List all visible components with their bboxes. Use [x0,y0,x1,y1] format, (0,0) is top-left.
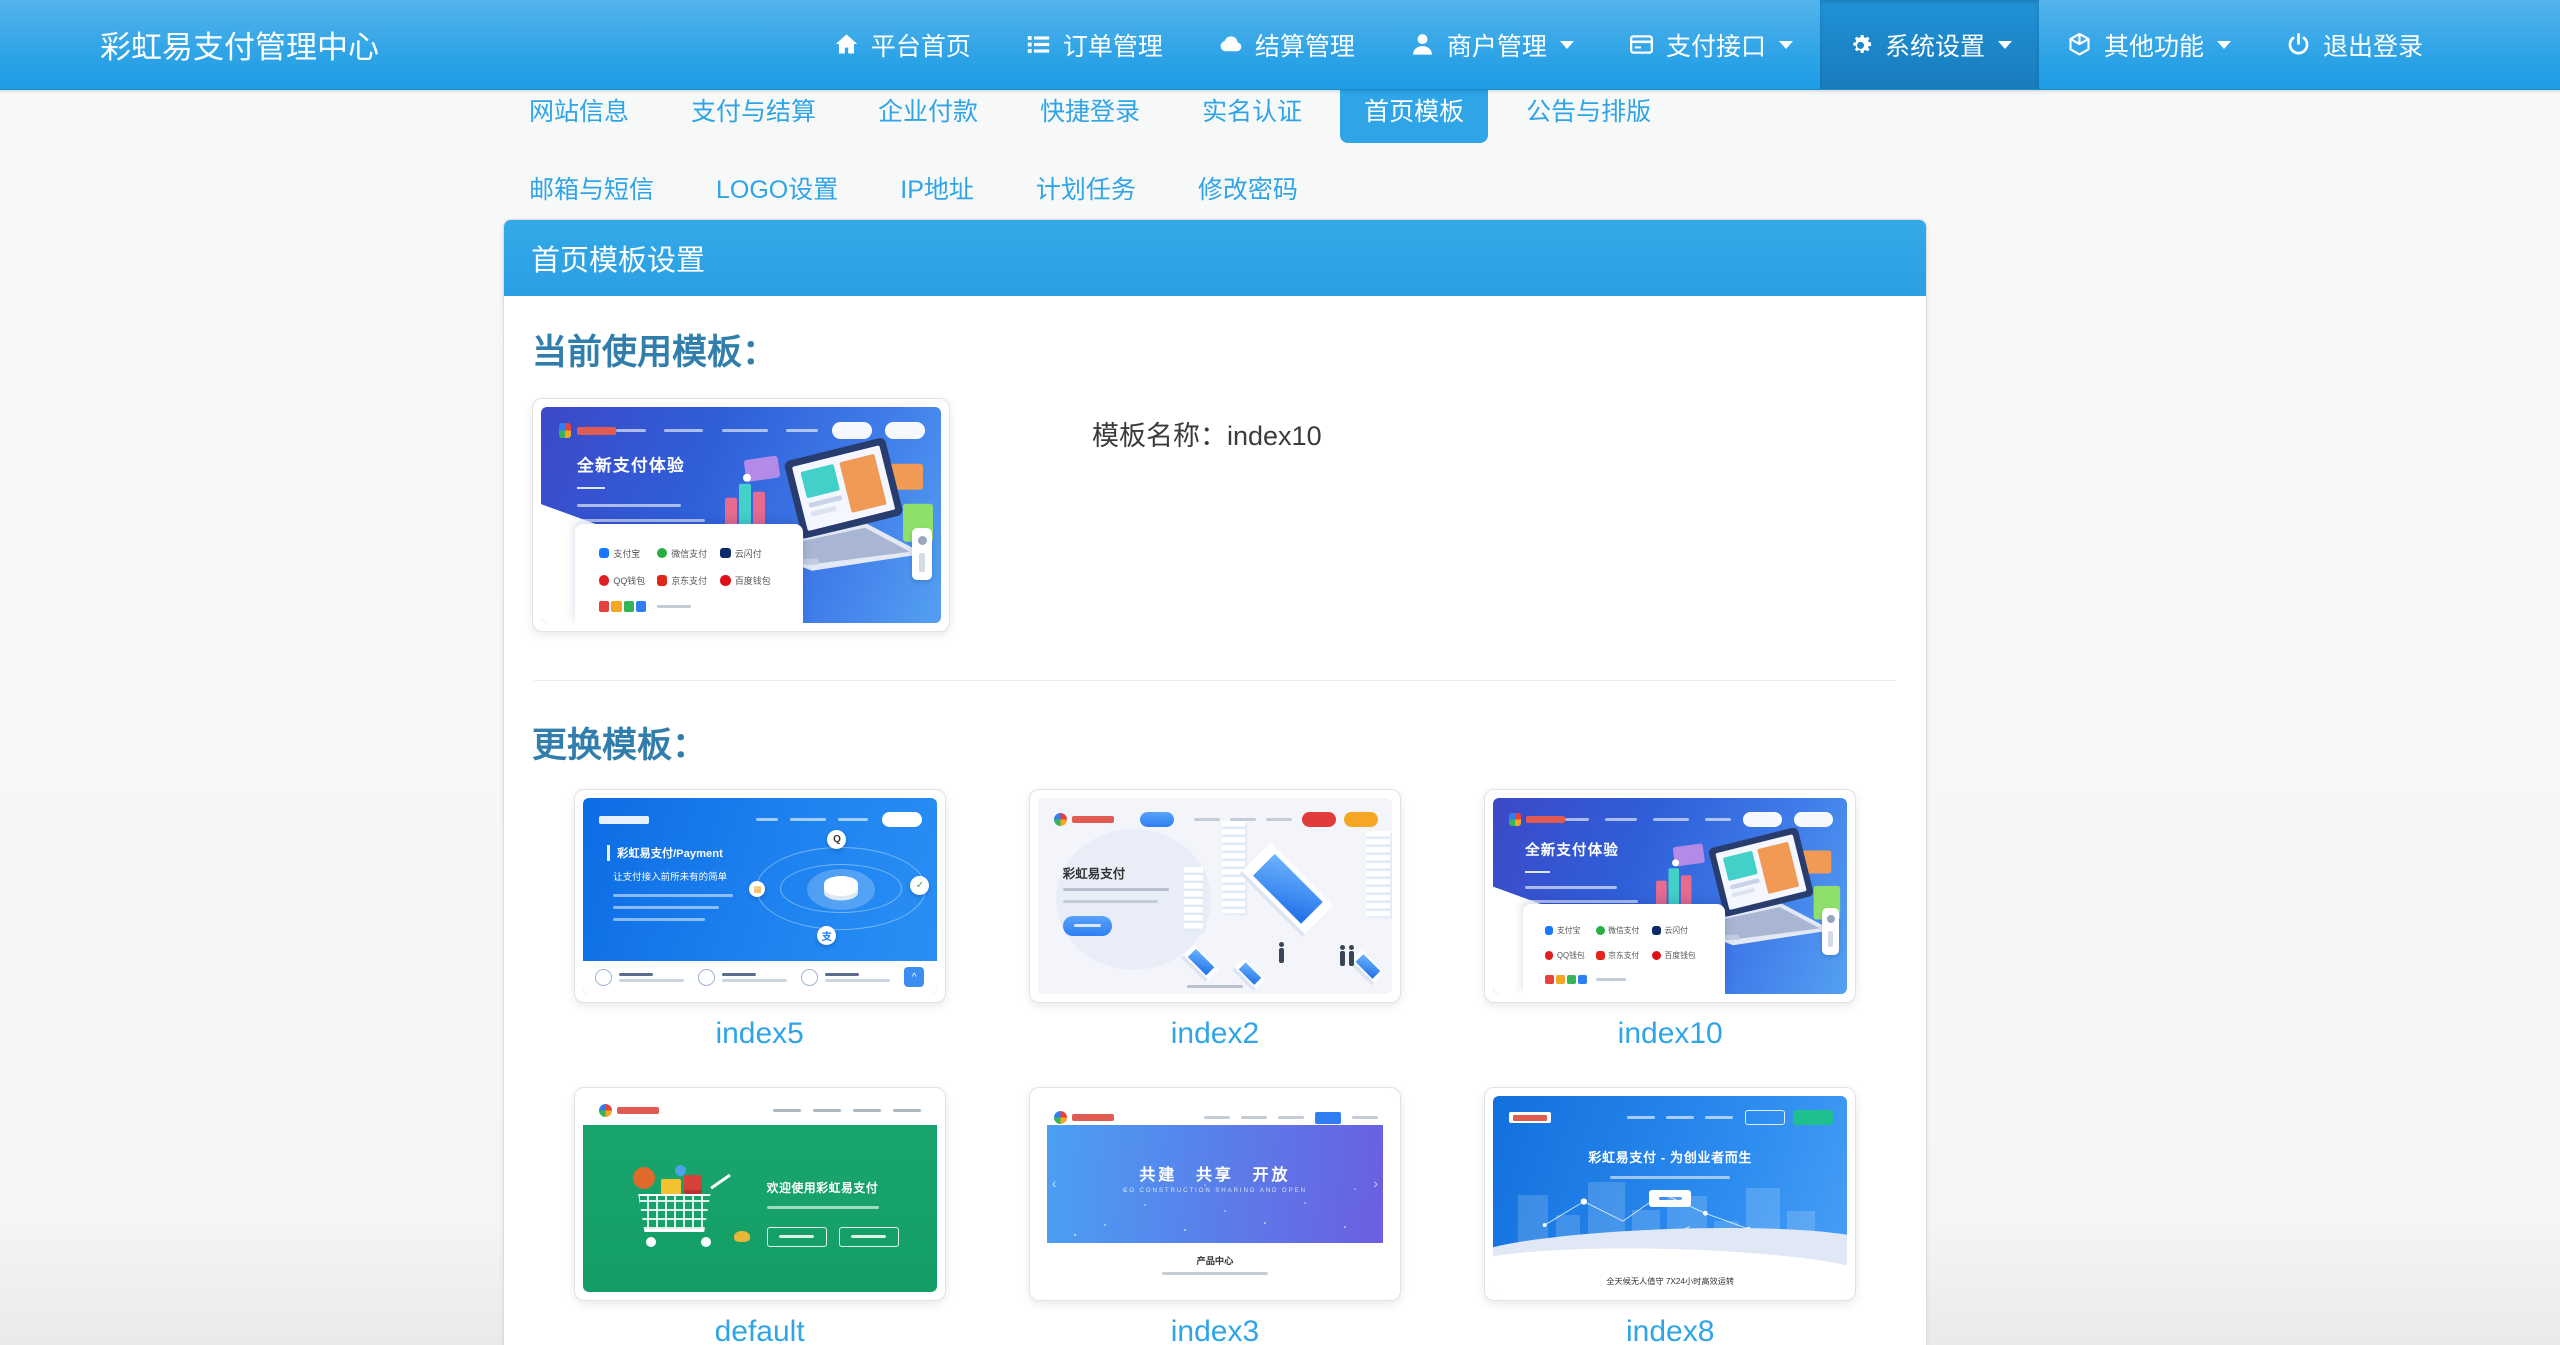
navbar-menu: 平台首页 订单管理 结算管理 商户管理 支付接口 系统设置 其他功能 [806,0,2450,89]
change-template-heading: 更换模板： [532,725,1898,767]
preview-title: 彩虹易支付 [1063,863,1126,882]
isometric-illustration [1180,818,1392,983]
preview-title: 共建 共享 开放 [1047,1161,1383,1185]
template-label-index2[interactable]: index2 [1171,1017,1259,1051]
tab-ip-address[interactable]: IP地址 [876,155,998,221]
template-preview-index8: 彩虹易支付 - 为创业者而生 [1493,1096,1847,1292]
home-icon [833,31,860,58]
preview-subtitle: 让支付接入前所未有的简单 [613,869,727,883]
brand-title[interactable]: 彩虹易支付管理中心 [0,0,419,89]
nav-item-settlement[interactable]: 结算管理 [1190,0,1382,89]
preview-heading: 全新支付体验 [1525,839,1619,860]
cube-icon [2066,31,2093,58]
template-grid: 彩虹易支付/Payment 让支付接入前所未有的简单 Q ✓ 支 ▦ [532,789,1898,1345]
template-cell-index2: 彩虹易支付 index2 [987,789,1442,1051]
preview-title: 欢迎使用彩虹易支付 [767,1179,923,1196]
tab-logo-settings[interactable]: LOGO设置 [692,155,862,221]
tabs-row-2: 邮箱与短信 LOGO设置 IP地址 计划任务 修改密码 [505,155,1965,221]
preview-cta-button [1063,916,1113,936]
template-label-index3[interactable]: index3 [1171,1315,1259,1345]
template-preview-default: 欢迎使用彩虹易支付 [583,1096,937,1292]
preview-title: 彩虹易支付/Payment [607,845,722,861]
template-label-default[interactable]: default [715,1315,805,1345]
credit-card-icon [1628,31,1655,58]
nav-item-merchants[interactable]: 商户管理 [1382,0,1601,89]
gear-icon [1847,31,1874,58]
preview-title: 彩虹易支付 - 为创业者而生 [1493,1147,1847,1166]
banner-illustration: 共建 共享 开放 CO CONSTRUCTION SHARING AND OPE… [1047,1125,1383,1243]
template-thumbnail-index2[interactable]: 彩虹易支付 [1029,789,1401,1003]
nav-item-orders[interactable]: 订单管理 [998,0,1190,89]
list-icon [1025,31,1052,58]
orbit-illustration: Q ✓ 支 ▦ [756,825,926,947]
template-cell-index3: 共建 共享 开放 CO CONSTRUCTION SHARING AND OPE… [987,1087,1442,1345]
current-template-name: 模板名称：index10 [1092,414,1322,632]
chevron-down-icon [1560,41,1574,49]
current-template-thumbnail: 全新支付体验 [532,398,950,632]
template-thumbnail-index3[interactable]: 共建 共享 开放 CO CONSTRUCTION SHARING AND OPE… [1029,1087,1401,1301]
chevron-down-icon [1779,41,1793,49]
home-template-panel: 首页模板设置 当前使用模板： 全新支付体验 [503,219,1927,1345]
nav-item-other-functions[interactable]: 其他功能 [2039,0,2258,89]
section-divider [534,680,1896,681]
settings-tabs: 网站信息 支付与结算 企业付款 快捷登录 实名认证 首页模板 公告与排版 邮箱与… [505,77,1965,221]
panel-title: 首页模板设置 [504,220,1926,296]
chevron-down-icon [2217,41,2231,49]
features-strip: ^ [583,961,937,994]
cart-illustration [629,1165,735,1248]
template-preview-index10: 全新支付体验 [541,407,941,623]
nav-item-payment-api[interactable]: 支付接口 [1601,0,1820,89]
template-cell-index5: 彩虹易支付/Payment 让支付接入前所未有的简单 Q ✓ 支 ▦ [532,789,987,1051]
template-preview-index3: 共建 共享 开放 CO CONSTRUCTION SHARING AND OPE… [1038,1096,1392,1292]
preview-subtitle: CO CONSTRUCTION SHARING AND OPEN [1047,1187,1383,1194]
payment-logos-card: 支付宝 微信支付 云闪付 QQ钱包 京东支付 百度钱包 [1523,904,1725,994]
preview-caption: 全天候无人值守 7X24小时高效运转 [1493,1275,1847,1287]
nav-item-home[interactable]: 平台首页 [806,0,998,89]
tab-email-sms[interactable]: 邮箱与短信 [505,155,678,221]
template-cell-index8: 彩虹易支付 - 为创业者而生 [1443,1087,1898,1345]
power-icon [2285,31,2312,58]
current-template-row: 全新支付体验 [532,398,1898,632]
template-thumbnail-index8[interactable]: 彩虹易支付 - 为创业者而生 [1484,1087,1856,1301]
chevron-down-icon [1998,41,2012,49]
payment-logos-card: 支付宝 微信支付 云闪付 QQ钱包 京东支付 百度钱包 [575,524,803,623]
template-preview-index5: 彩虹易支付/Payment 让支付接入前所未有的简单 Q ✓ 支 ▦ [583,798,937,994]
cloud-icon [1217,31,1244,58]
template-thumbnail-index5[interactable]: 彩虹易支付/Payment 让支付接入前所未有的简单 Q ✓ 支 ▦ [574,789,946,1003]
preview-register-button [839,1227,899,1247]
nav-item-system-settings[interactable]: 系统设置 [1820,0,2039,89]
preview-heading: 全新支付体验 [577,452,685,476]
preview-caption: 产品中心 [1038,1253,1392,1267]
template-preview-index10: 全新支付体验 [1493,798,1847,994]
current-template-heading: 当前使用模板： [532,332,1898,374]
template-preview-index2: 彩虹易支付 [1038,798,1392,994]
nav-item-logout[interactable]: 退出登录 [2258,0,2450,89]
tab-change-password[interactable]: 修改密码 [1174,155,1322,221]
template-thumbnail-default[interactable]: 欢迎使用彩虹易支付 [574,1087,946,1301]
top-navbar: 彩虹易支付管理中心 平台首页 订单管理 结算管理 商户管理 支付接口 系统设置 [0,0,2560,90]
preview-login-button [767,1227,827,1247]
template-label-index8[interactable]: index8 [1626,1315,1714,1345]
template-label-index10[interactable]: index10 [1618,1017,1723,1051]
template-cell-default: 欢迎使用彩虹易支付 default [532,1087,987,1345]
panel-body: 当前使用模板： 全新支付体验 [504,296,1926,1345]
tab-scheduled-tasks[interactable]: 计划任务 [1012,155,1160,221]
template-label-index5[interactable]: index5 [715,1017,803,1051]
template-cell-index10: 全新支付体验 [1443,789,1898,1051]
side-widget [1822,908,1840,955]
user-icon [1409,31,1436,58]
side-widget [912,528,932,580]
template-thumbnail-index10[interactable]: 全新支付体验 [1484,789,1856,1003]
